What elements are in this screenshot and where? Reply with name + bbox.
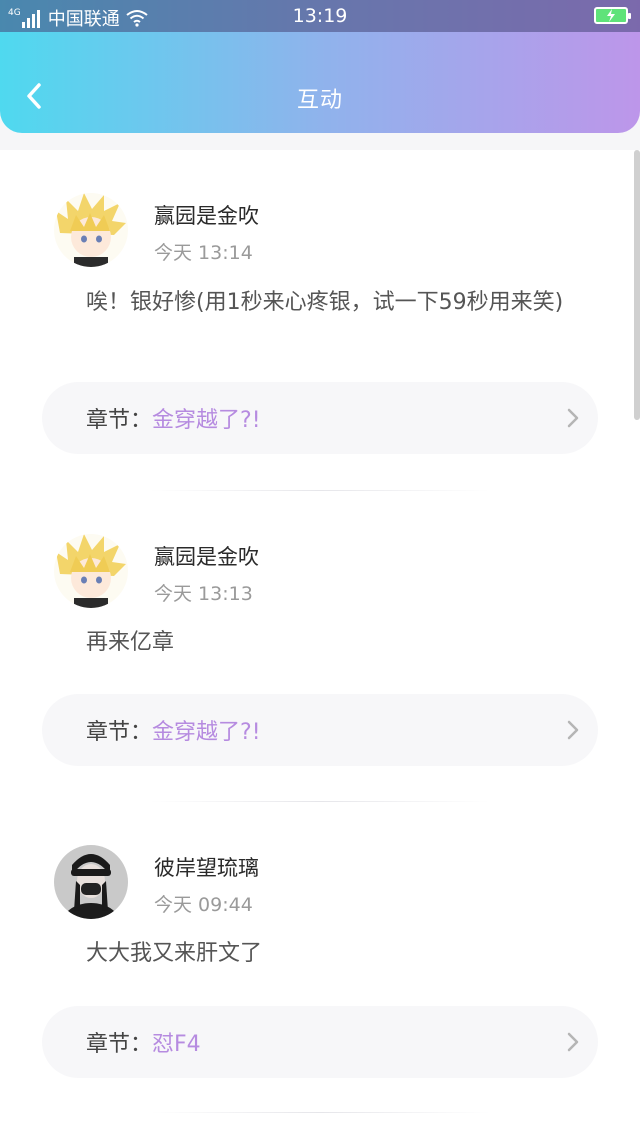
- battery-icon: [594, 7, 631, 24]
- username[interactable]: 彼岸望琉璃: [154, 852, 259, 882]
- chapter-name: 金穿越了?!: [152, 720, 261, 745]
- avatar[interactable]: [54, 845, 128, 919]
- comment-time: 今天 13:13: [154, 583, 253, 605]
- divider: [150, 490, 490, 491]
- status-bar: 4G 中国联通 13:19: [0, 0, 640, 32]
- chapter-label: 章节：: [86, 1032, 153, 1057]
- chapter-name: 怼F4: [152, 1032, 201, 1057]
- comment-time: 今天 13:14: [154, 242, 253, 264]
- chevron-right-icon: [567, 408, 579, 428]
- divider: [150, 801, 490, 802]
- chapter-link[interactable]: 章节： 怼F4: [42, 1006, 598, 1078]
- chapter-link[interactable]: 章节： 金穿越了?!: [42, 694, 598, 766]
- avatar[interactable]: [54, 193, 128, 267]
- status-time: 13:19: [292, 5, 348, 27]
- comment-time: 今天 09:44: [154, 894, 253, 916]
- avatar[interactable]: [54, 534, 128, 608]
- chapter-link[interactable]: 章节： 金穿越了?!: [42, 382, 598, 454]
- header: 4G 中国联通 13:19 互动: [0, 0, 640, 133]
- username[interactable]: 赢园是金吹: [154, 200, 259, 230]
- divider: [150, 1112, 490, 1113]
- chapter-name: 金穿越了?!: [152, 408, 261, 433]
- comment-text: 再来亿章: [86, 630, 175, 655]
- comment-text: 唉！银好惨(用1秒来心疼银，试一下59秒用来笑): [86, 290, 564, 315]
- comment-text: 大大我又来肝文了: [86, 941, 263, 966]
- scrollbar[interactable]: [634, 150, 640, 420]
- chevron-right-icon: [567, 1032, 579, 1052]
- page-title: 互动: [296, 88, 343, 113]
- chevron-right-icon: [567, 720, 579, 740]
- chapter-label: 章节：: [86, 720, 153, 745]
- chapter-label: 章节：: [86, 408, 153, 433]
- username[interactable]: 赢园是金吹: [154, 541, 259, 571]
